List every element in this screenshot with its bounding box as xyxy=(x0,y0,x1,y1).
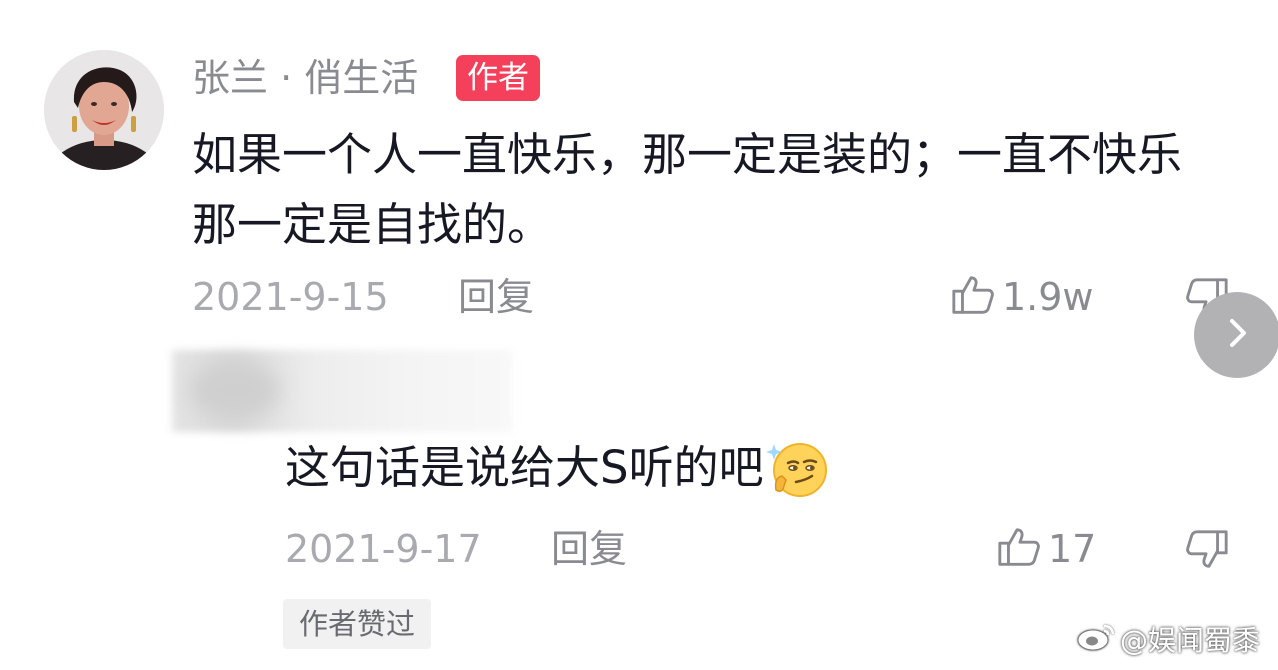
author-name[interactable]: 张兰 · 俏生活 xyxy=(192,53,418,103)
reply-dislike-button[interactable] xyxy=(1184,526,1230,572)
comment-text: 如果一个人一直快乐，那一定是装的；一直不快乐那一定是自找的。 xyxy=(192,128,1183,251)
reply-like-count: 17 xyxy=(1048,527,1097,571)
reply-button[interactable]: 回复 xyxy=(458,272,534,322)
blurred-avatar xyxy=(190,360,280,420)
reply-like-button[interactable]: 17 xyxy=(996,524,1096,574)
reply-comment: 这句话是说给大S听的吧 xyxy=(285,436,830,500)
reply-reply-button[interactable]: 回复 xyxy=(551,524,627,574)
comment-date: 2021-9-15 xyxy=(192,275,389,319)
thumbs-up-icon xyxy=(996,524,1042,574)
liked-by-author-badge: 作者赞过 xyxy=(283,599,432,649)
smirk-emoji-icon xyxy=(765,436,830,500)
comment-like-count: 1.9w xyxy=(1002,275,1094,319)
comment-like-button[interactable]: 1.9w xyxy=(950,272,1094,322)
watermark-text: @娱闻蜀黍 xyxy=(1120,624,1261,657)
chevron-right-icon xyxy=(1217,313,1257,357)
reply-date: 2021-9-17 xyxy=(285,527,482,571)
weibo-icon xyxy=(1076,620,1120,662)
thumbs-down-icon xyxy=(1184,526,1230,572)
thumbs-up-icon xyxy=(950,272,996,322)
author-badge: 作者 xyxy=(456,55,540,101)
author-avatar[interactable] xyxy=(44,50,164,170)
next-button[interactable] xyxy=(1194,292,1278,378)
reply-text: 这句话是说给大S听的吧 xyxy=(285,441,764,494)
watermark: @娱闻蜀黍 xyxy=(1076,622,1260,660)
